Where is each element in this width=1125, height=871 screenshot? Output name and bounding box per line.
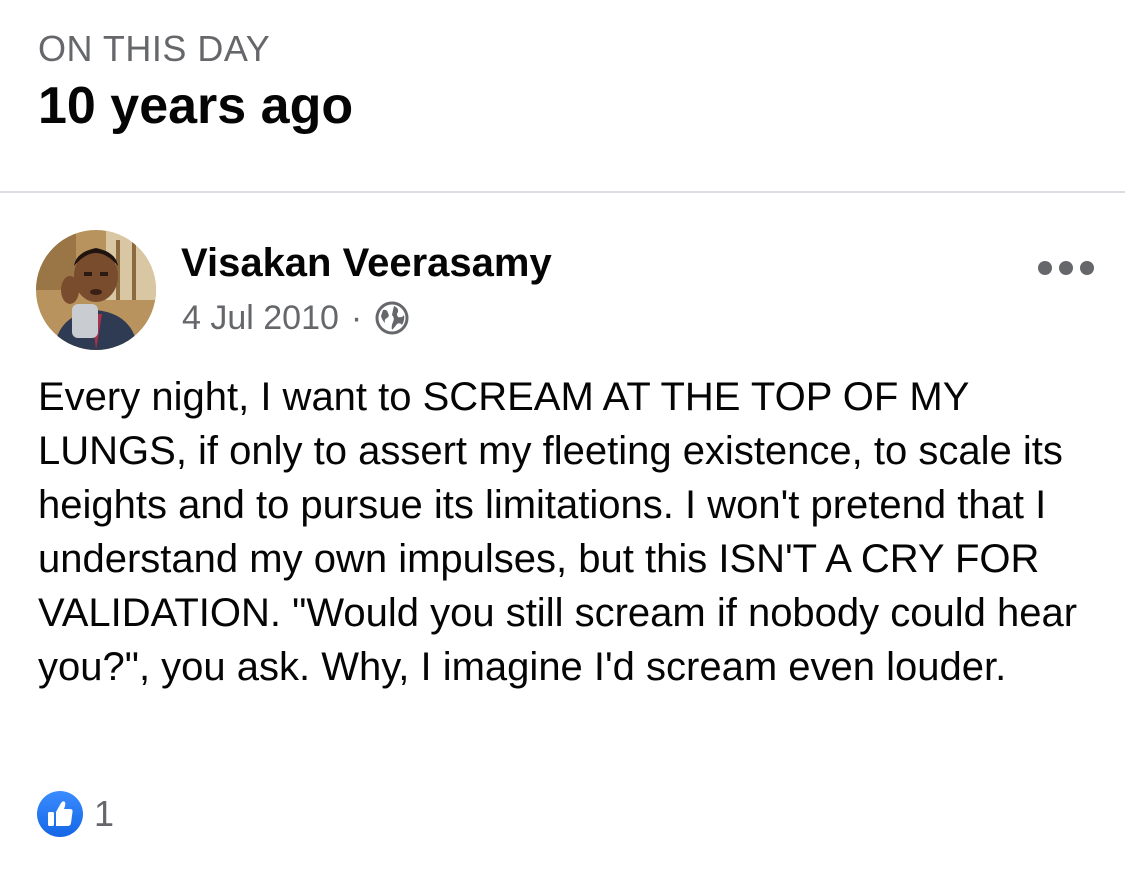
on-this-day-label: ON THIS DAY <box>38 28 271 69</box>
avatar-photo <box>36 230 156 350</box>
more-dot <box>1080 261 1094 275</box>
reactions-bar[interactable]: 1 <box>36 790 114 838</box>
like-count: 1 <box>94 793 115 834</box>
memory-header: ON THIS DAY 10 years ago <box>38 28 353 136</box>
author-name[interactable]: Visakan Veerasamy <box>181 240 552 286</box>
post-date[interactable]: 4 Jul 2010 <box>182 296 339 340</box>
like-icon <box>37 791 83 837</box>
author-avatar[interactable] <box>36 230 156 350</box>
globe-icon[interactable] <box>374 300 410 336</box>
meta-separator: · <box>350 299 363 337</box>
post-meta: 4 Jul 2010 · <box>182 296 410 340</box>
more-dot <box>1038 261 1052 275</box>
more-dot <box>1059 261 1073 275</box>
header-divider <box>0 191 1125 193</box>
more-options-icon[interactable] <box>1038 256 1094 280</box>
post-body: Every night, I want to SCREAM AT THE TOP… <box>38 375 1078 689</box>
years-ago-title: 10 years ago <box>38 77 354 135</box>
